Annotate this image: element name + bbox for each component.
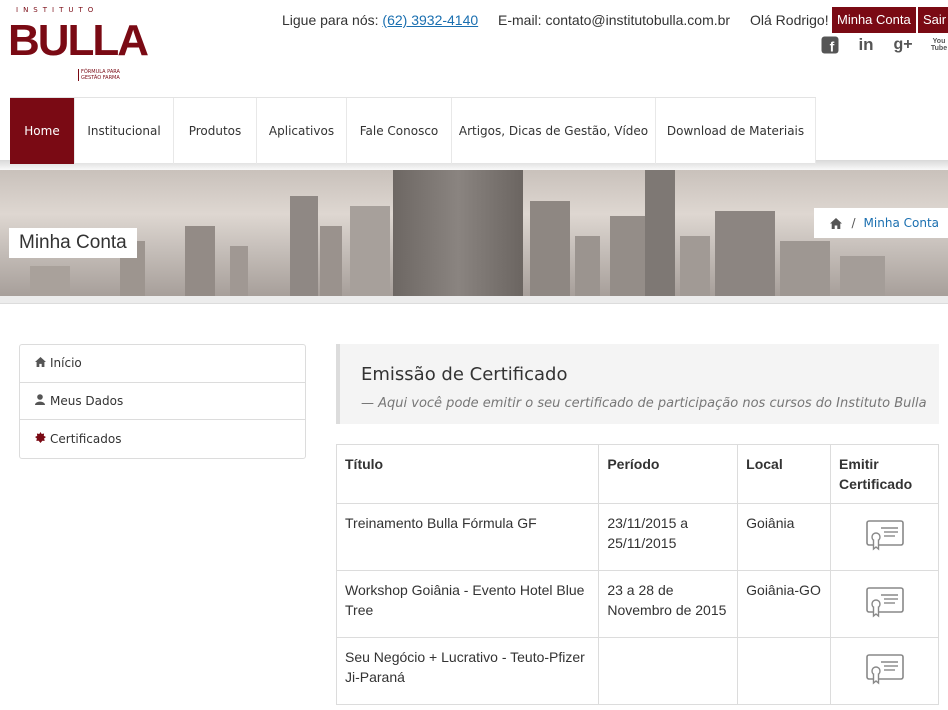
- cell-local: [737, 637, 832, 705]
- skyline-building: [290, 196, 318, 296]
- sidebar-item-inicio[interactable]: Início: [20, 345, 305, 383]
- sidebar-item-label: Certificados: [50, 431, 122, 446]
- breadcrumb-current[interactable]: Minha Conta: [864, 208, 939, 238]
- table-row: Seu Negócio + Lucrativo - Teuto-Pfizer J…: [335, 637, 939, 705]
- page-title: Minha Conta: [9, 228, 137, 258]
- col-local: Local: [737, 444, 832, 504]
- google-plus-icon[interactable]: g+: [892, 35, 914, 55]
- col-titulo: Título: [335, 444, 600, 504]
- section-subtitle: — Aqui você pode emitir o seu certificad…: [361, 396, 927, 411]
- col-emitir: Emitir Certificado: [830, 444, 939, 504]
- certificate-download-icon[interactable]: [865, 585, 905, 619]
- certificate-download-icon[interactable]: [865, 652, 905, 686]
- skyline-building: [645, 170, 675, 296]
- skyline-building: [780, 241, 830, 296]
- email-info: E-mail: contato@institutobulla.com.br: [498, 12, 731, 28]
- cell-emitir: [830, 503, 939, 571]
- breadcrumb: / Minha Conta: [813, 208, 948, 238]
- certificate-icon: [35, 431, 49, 446]
- nav-aplicativos[interactable]: Aplicativos: [257, 98, 347, 164]
- facebook-icon[interactable]: f: [819, 35, 841, 55]
- cell-titulo: Workshop Goiânia - Evento Hotel Blue Tre…: [335, 570, 600, 638]
- section-title: Emissão de Certificado: [361, 364, 568, 385]
- user-icon: [35, 393, 49, 408]
- certificate-download-icon[interactable]: [865, 518, 905, 552]
- section-header: Emissão de Certificado — Aqui você pode …: [336, 344, 939, 424]
- skyline-building: [715, 211, 775, 296]
- cell-emitir: [830, 637, 939, 705]
- cell-periodo: [598, 637, 739, 705]
- account-sidebar: Início Meus Dados Certificados: [19, 344, 306, 459]
- home-icon[interactable]: [829, 217, 842, 229]
- phone-label: Ligue para nós:: [282, 12, 379, 28]
- youtube-icon[interactable]: You Tube: [930, 35, 948, 55]
- table-header-row: Título Período Local Emitir Certificado: [335, 444, 939, 504]
- skyline-building: [30, 266, 70, 296]
- phone-info: Ligue para nós: (62) 3932-4140: [282, 12, 478, 28]
- nav-institucional[interactable]: Institucional: [75, 98, 174, 164]
- cell-periodo: 23/11/2015 a 25/11/2015: [598, 503, 739, 571]
- skyline-building: [350, 206, 390, 296]
- cell-local: Goiânia-GO: [737, 570, 832, 638]
- cell-titulo: Treinamento Bulla Fórmula GF: [335, 503, 600, 571]
- logo-name: BULLA: [8, 16, 149, 65]
- nav-download[interactable]: Download de Materiais: [656, 98, 816, 164]
- phone-link[interactable]: (62) 3932-4140: [382, 12, 478, 28]
- skyline-building: [320, 226, 342, 296]
- skyline-building: [575, 236, 600, 296]
- skyline-building: [393, 170, 523, 296]
- logo-tagline: FÓRMULA PARA GESTÃO FARMA: [78, 69, 120, 81]
- main-nav: Home Institucional Produtos Aplicativos …: [10, 97, 816, 164]
- skyline-building: [840, 256, 885, 296]
- nav-produtos[interactable]: Produtos: [174, 98, 257, 164]
- skyline-building: [230, 246, 248, 296]
- breadcrumb-separator: /: [851, 216, 856, 230]
- table-row: Treinamento Bulla Fórmula GF 23/11/2015 …: [335, 503, 939, 571]
- svg-text:f: f: [830, 39, 835, 55]
- home-icon: [35, 356, 49, 370]
- cell-emitir: [830, 570, 939, 638]
- page-banner: Minha Conta / Minha Conta: [0, 170, 948, 296]
- cell-local: Goiânia: [737, 503, 832, 571]
- sidebar-item-certificados[interactable]: Certificados: [20, 420, 305, 458]
- col-periodo: Período: [598, 444, 739, 504]
- nav-fale-conosco[interactable]: Fale Conosco: [347, 98, 452, 164]
- sidebar-item-label: Início: [50, 356, 82, 371]
- logo-top-text: INSTITUTO: [16, 6, 99, 14]
- cell-periodo: 23 a 28 de Novembro de 2015: [598, 570, 739, 638]
- skyline-building: [530, 201, 570, 296]
- sidebar-item-meus-dados[interactable]: Meus Dados: [20, 383, 305, 420]
- greeting: Olá Rodrigo!: [750, 12, 829, 28]
- banner-divider: [0, 296, 948, 304]
- site-header: INSTITUTO BULLA FÓRMULA PARA GESTÃO FARM…: [0, 0, 948, 97]
- logout-button[interactable]: Sair: [918, 7, 948, 33]
- sidebar-item-label: Meus Dados: [50, 393, 124, 408]
- cell-titulo: Seu Negócio + Lucrativo - Teuto-Pfizer J…: [335, 637, 600, 705]
- skyline-building: [610, 216, 645, 296]
- skyline-building: [185, 226, 215, 296]
- account-button[interactable]: Minha Conta: [832, 7, 916, 33]
- certificates-table: Título Período Local Emitir Certificado …: [335, 444, 939, 705]
- nav-artigos[interactable]: Artigos, Dicas de Gestão, Vídeo: [452, 98, 656, 164]
- instituto-bulla-logo[interactable]: INSTITUTO BULLA FÓRMULA PARA GESTÃO FARM…: [8, 6, 149, 82]
- skyline-building: [680, 236, 710, 296]
- table-row: Workshop Goiânia - Evento Hotel Blue Tre…: [335, 570, 939, 638]
- nav-home[interactable]: Home: [10, 98, 75, 164]
- linkedin-icon[interactable]: in: [855, 35, 877, 55]
